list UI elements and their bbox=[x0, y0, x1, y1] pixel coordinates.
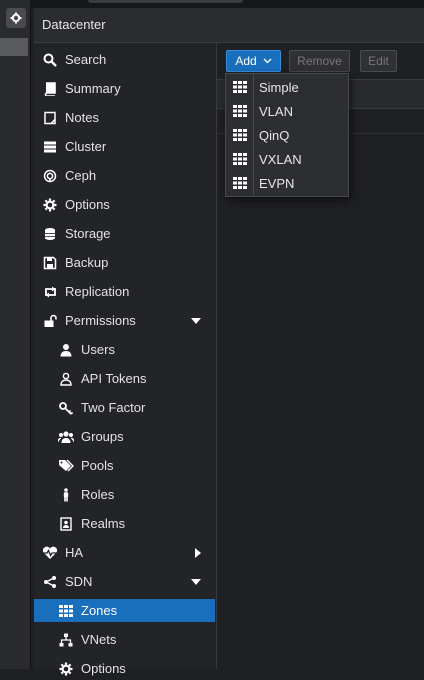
floppy-icon bbox=[42, 255, 58, 271]
nav-item-label: Users bbox=[81, 342, 115, 357]
gear-icon[interactable] bbox=[6, 8, 26, 28]
caret-down-icon[interactable] bbox=[191, 570, 201, 593]
nav-item-label: Groups bbox=[81, 429, 124, 444]
nav-item-label: Pools bbox=[81, 458, 114, 473]
top-tab-fragment bbox=[88, 0, 243, 3]
nav-item-storage[interactable]: Storage bbox=[34, 222, 215, 245]
nav-item-replication[interactable]: Replication bbox=[34, 280, 215, 303]
nav-item-zones[interactable]: Zones bbox=[34, 599, 215, 622]
address-book-icon bbox=[58, 516, 74, 532]
add-button[interactable]: Add bbox=[226, 50, 281, 72]
server-icon bbox=[42, 139, 58, 155]
th-icon bbox=[226, 81, 254, 93]
menu-item-vlan[interactable]: VLAN bbox=[226, 99, 348, 123]
nav-item-label: Notes bbox=[65, 110, 99, 125]
users-icon bbox=[58, 429, 74, 445]
remove-button[interactable]: Remove bbox=[289, 50, 350, 72]
nav-item-label: Backup bbox=[65, 255, 109, 270]
nav-item-label: HA bbox=[65, 545, 84, 560]
key-icon bbox=[58, 400, 74, 416]
menu-item-label: Simple bbox=[259, 79, 299, 95]
menu-item-label: EVPN bbox=[259, 175, 295, 191]
th-icon bbox=[226, 177, 254, 189]
th-icon bbox=[226, 153, 254, 165]
nav-item-ceph[interactable]: Ceph bbox=[34, 164, 215, 187]
sitemap-icon bbox=[58, 632, 74, 648]
nav-item-label: Replication bbox=[65, 284, 130, 299]
caret-right-icon[interactable] bbox=[195, 541, 201, 564]
sdn-icon bbox=[42, 574, 58, 590]
selected-resource-row[interactable] bbox=[0, 38, 28, 56]
nav-item-sdn[interactable]: SDN bbox=[34, 570, 215, 593]
menu-item-simple[interactable]: Simple bbox=[226, 75, 348, 99]
nav-item-label: Two Factor bbox=[81, 400, 146, 415]
nav-item-label: API Tokens bbox=[81, 371, 147, 386]
unlock-icon bbox=[42, 313, 58, 329]
nav-item-label: Summary bbox=[65, 81, 121, 96]
heartbeat-icon bbox=[42, 545, 58, 561]
nav-item-label: Cluster bbox=[65, 139, 107, 154]
th-icon bbox=[226, 129, 254, 141]
nav-item-label: Ceph bbox=[65, 168, 97, 183]
nav-item-pools[interactable]: Pools bbox=[34, 454, 215, 477]
nav-item-label: Options bbox=[65, 197, 110, 212]
nav-item-options[interactable]: Options bbox=[34, 193, 215, 216]
top-edge bbox=[30, 0, 424, 8]
th-icon bbox=[226, 105, 254, 117]
nav-item-summary[interactable]: Summary bbox=[34, 77, 215, 100]
user-icon bbox=[58, 342, 74, 358]
nav-item-two-factor[interactable]: Two Factor bbox=[34, 396, 215, 419]
caret-down-icon[interactable] bbox=[191, 309, 201, 332]
user-outline-icon bbox=[58, 371, 74, 387]
add-zone-menu: Simple VLAN QinQ VXLAN EVPN bbox=[225, 73, 349, 197]
nav-item-notes[interactable]: Notes bbox=[34, 106, 215, 129]
nav-item-ha[interactable]: HA bbox=[34, 541, 215, 564]
nav-item-groups[interactable]: Groups bbox=[34, 425, 215, 448]
edit-button[interactable]: Edit bbox=[360, 50, 397, 72]
th-icon bbox=[58, 603, 74, 619]
nav-item-permissions[interactable]: Permissions bbox=[34, 309, 215, 332]
nav-item-realms[interactable]: Realms bbox=[34, 512, 215, 535]
nav-item-api-tokens[interactable]: API Tokens bbox=[34, 367, 215, 390]
menu-item-evpn[interactable]: EVPN bbox=[226, 171, 348, 195]
gear-icon bbox=[42, 197, 58, 213]
menu-item-qinq[interactable]: QinQ bbox=[226, 123, 348, 147]
search-icon bbox=[42, 52, 58, 68]
tags-icon bbox=[58, 458, 74, 474]
chevron-down-icon bbox=[263, 58, 272, 64]
menu-item-label: QinQ bbox=[259, 127, 290, 143]
add-button-label: Add bbox=[235, 54, 257, 68]
nav-item-cluster[interactable]: Cluster bbox=[34, 135, 215, 158]
nav-item-vnets[interactable]: VNets bbox=[34, 628, 215, 651]
panel-title-bar: Datacenter bbox=[34, 8, 424, 43]
nav-item-label: Search bbox=[65, 52, 107, 67]
database-icon bbox=[42, 226, 58, 242]
nav-item-label: Realms bbox=[81, 516, 126, 531]
nav-item-roles[interactable]: Roles bbox=[34, 483, 215, 506]
nav-item-label: SDN bbox=[65, 574, 93, 589]
nav-item-search[interactable]: Search bbox=[34, 48, 215, 71]
nav-item-label: Zones bbox=[81, 603, 118, 618]
notes-icon bbox=[42, 110, 58, 126]
book-icon bbox=[42, 81, 58, 97]
nav-item-users[interactable]: Users bbox=[34, 338, 215, 361]
ceph-icon bbox=[42, 168, 58, 184]
menu-item-vxlan[interactable]: VXLAN bbox=[226, 147, 348, 171]
datacenter-nav: Search Summary Notes Cluster Ceph Options Stor… bbox=[34, 43, 217, 676]
left-resource-strip bbox=[0, 0, 31, 669]
nav-item-backup[interactable]: Backup bbox=[34, 251, 215, 274]
nav-item-label: Roles bbox=[81, 487, 115, 502]
nav-item-label: Storage bbox=[65, 226, 111, 241]
menu-item-label: VLAN bbox=[259, 103, 293, 119]
nav-item-label: Permissions bbox=[65, 313, 136, 328]
retweet-icon bbox=[42, 284, 58, 300]
male-icon bbox=[58, 487, 74, 503]
panel-title: Datacenter bbox=[42, 17, 106, 32]
nav-item-label: VNets bbox=[81, 632, 117, 647]
menu-item-label: VXLAN bbox=[259, 151, 302, 167]
